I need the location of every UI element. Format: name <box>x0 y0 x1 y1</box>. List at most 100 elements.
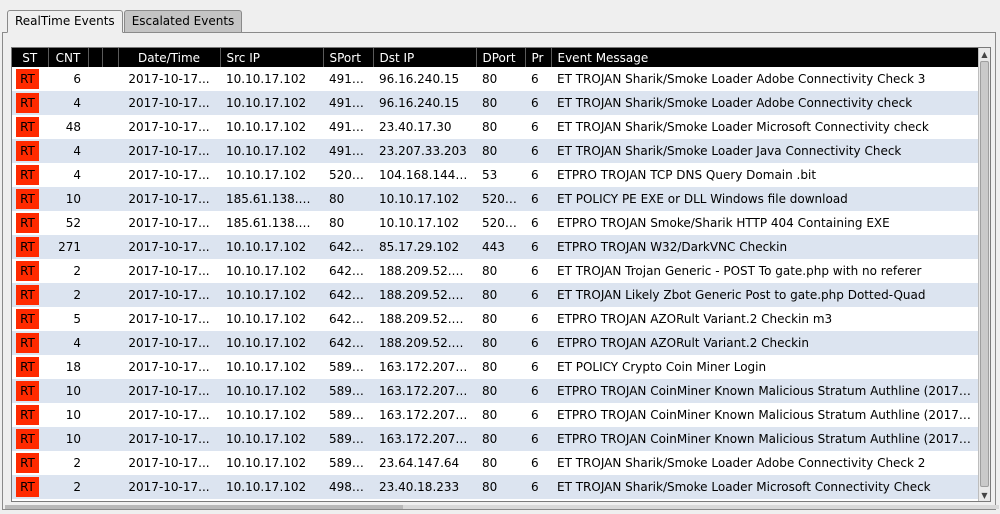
cell-src-ip: 10.10.17.102 <box>220 475 323 499</box>
cell-st: RT <box>12 403 48 427</box>
cell-dst-ip: 104.168.144.17 <box>373 163 476 187</box>
status-badge: RT <box>16 357 39 377</box>
status-badge: RT <box>16 381 39 401</box>
cell-dst-ip: 188.209.52.233 <box>373 259 476 283</box>
status-badge: RT <box>16 477 39 497</box>
cell-cnt: 2 <box>48 451 88 475</box>
column-header-st[interactable]: ST <box>12 48 49 67</box>
table-row[interactable]: RT 52 2017-10-17... 185.61.138.114 80 10.10.1… <box>12 211 979 235</box>
cell-st: RT <box>12 235 48 259</box>
cell-datetime: 2017-10-17... <box>118 331 220 355</box>
cell-flag-b <box>102 115 118 139</box>
cell-flag-a <box>88 187 102 211</box>
column-header-dst-ip[interactable]: Dst IP <box>373 48 477 67</box>
cell-datetime: 2017-10-17... <box>118 283 220 307</box>
cell-cnt: 10 <box>48 403 88 427</box>
cell-sport: 64287 <box>323 259 373 283</box>
table-body: RT 6 2017-10-17... 10.10.17.102 49159 96.16.2… <box>12 67 979 499</box>
cell-proto: 6 <box>525 355 551 379</box>
horizontal-scrollbar-thumb[interactable] <box>5 505 403 509</box>
cell-cnt: 10 <box>48 379 88 403</box>
cell-st: RT <box>12 67 48 91</box>
cell-flag-a <box>88 427 102 451</box>
tab-realtime-events[interactable]: RealTime Events <box>7 10 123 33</box>
cell-src-ip: 10.10.17.102 <box>220 259 323 283</box>
column-header-proto[interactable]: Pr <box>525 48 552 67</box>
table-row[interactable]: RT 271 2017-10-17... 10.10.17.102 64284 85.17… <box>12 235 979 259</box>
cell-event-message: ET TROJAN Sharik/Smoke Loader Microsoft … <box>551 475 979 499</box>
column-header-cnt[interactable]: CNT <box>48 48 89 67</box>
cell-cnt: 10 <box>48 187 88 211</box>
cell-src-ip: 10.10.17.102 <box>220 115 323 139</box>
tab-escalated-events[interactable]: Escalated Events <box>123 10 243 33</box>
status-badge: RT <box>16 261 39 281</box>
cell-cnt: 18 <box>48 355 88 379</box>
horizontal-scrollbar[interactable] <box>5 505 999 509</box>
cell-dport: 80 <box>476 427 525 451</box>
cell-event-message: ET TROJAN Sharik/Smoke Loader Adobe Conn… <box>551 67 979 91</box>
cell-cnt: 10 <box>48 427 88 451</box>
table-row[interactable]: RT 2 2017-10-17... 10.10.17.102 58999 23.64.1… <box>12 451 979 475</box>
table-row[interactable]: RT 10 2017-10-17... 185.61.138.114 80 10.10.1… <box>12 187 979 211</box>
cell-flag-a <box>88 403 102 427</box>
column-header-datetime[interactable]: Date/Time <box>118 48 221 67</box>
table-row[interactable]: RT 18 2017-10-17... 10.10.17.102 58995 163.17… <box>12 355 979 379</box>
table-row[interactable]: RT 4 2017-10-17... 10.10.17.102 52069 104.168… <box>12 163 979 187</box>
table-row[interactable]: RT 48 2017-10-17... 10.10.17.102 49163 23.40.… <box>12 115 979 139</box>
cell-flag-a <box>88 67 102 91</box>
column-header-dport[interactable]: DPort <box>476 48 526 67</box>
cell-st: RT <box>12 379 48 403</box>
cell-datetime: 2017-10-17... <box>118 307 220 331</box>
cell-proto: 6 <box>525 403 551 427</box>
cell-dst-ip: 23.64.147.64 <box>373 451 476 475</box>
vertical-scrollbar[interactable]: ▲ ▼ <box>978 48 990 501</box>
table-row[interactable]: RT 10 2017-10-17... 10.10.17.102 58995 163.17… <box>12 403 979 427</box>
column-header-sport[interactable]: SPort <box>323 48 374 67</box>
table-row[interactable]: RT 10 2017-10-17... 10.10.17.102 58995 163.17… <box>12 427 979 451</box>
table-row[interactable]: RT 5 2017-10-17... 10.10.17.102 64287 188.209… <box>12 307 979 331</box>
cell-st: RT <box>12 115 48 139</box>
cell-st: RT <box>12 451 48 475</box>
cell-datetime: 2017-10-17... <box>118 451 220 475</box>
table-row[interactable]: RT 6 2017-10-17... 10.10.17.102 49159 96.16.2… <box>12 67 979 91</box>
cell-event-message: ETPRO TROJAN TCP DNS Query Domain .bit <box>551 163 979 187</box>
cell-dport: 80 <box>476 139 525 163</box>
table-row[interactable]: RT 4 2017-10-17... 10.10.17.102 64288 188.209… <box>12 331 979 355</box>
column-header-flag-b[interactable] <box>102 48 119 67</box>
cell-dst-ip: 163.172.207.69 <box>373 427 476 451</box>
table-row[interactable]: RT 2 2017-10-17... 10.10.17.102 49881 23.40.1… <box>12 475 979 499</box>
cell-event-message: ETPRO TROJAN Smoke/Sharik HTTP 404 Conta… <box>551 211 979 235</box>
cell-proto: 6 <box>525 331 551 355</box>
table-row[interactable]: RT 4 2017-10-17... 10.10.17.102 49160 96.16.2… <box>12 91 979 115</box>
status-badge: RT <box>16 285 39 305</box>
column-header-flag-a[interactable] <box>88 48 103 67</box>
scroll-up-arrow-icon[interactable]: ▲ <box>979 48 990 60</box>
cell-event-message: ET TROJAN Sharik/Smoke Loader Java Conne… <box>551 139 979 163</box>
cell-dst-ip: 96.16.240.15 <box>373 67 476 91</box>
scroll-down-arrow-icon[interactable]: ▼ <box>979 489 990 501</box>
cell-sport: 64287 <box>323 283 373 307</box>
cell-flag-b <box>102 67 118 91</box>
cell-src-ip: 10.10.17.102 <box>220 307 323 331</box>
cell-proto: 6 <box>525 187 551 211</box>
cell-cnt: 52 <box>48 211 88 235</box>
table-row[interactable]: RT 2 2017-10-17... 10.10.17.102 64287 188.209… <box>12 283 979 307</box>
cell-datetime: 2017-10-17... <box>118 427 220 451</box>
cell-proto: 6 <box>525 163 551 187</box>
scrollbar-thumb[interactable] <box>980 61 989 487</box>
column-header-src-ip[interactable]: Src IP <box>220 48 324 67</box>
table-row[interactable]: RT 4 2017-10-17... 10.10.17.102 49164 23.207.… <box>12 139 979 163</box>
cell-flag-a <box>88 115 102 139</box>
cell-event-message: ET TROJAN Trojan Generic - POST To gate.… <box>551 259 979 283</box>
cell-flag-b <box>102 235 118 259</box>
cell-dport: 80 <box>476 67 525 91</box>
cell-st: RT <box>12 139 48 163</box>
cell-dport: 443 <box>476 235 525 259</box>
cell-dst-ip: 163.172.207.69 <box>373 355 476 379</box>
cell-dport: 80 <box>476 283 525 307</box>
cell-proto: 6 <box>525 451 551 475</box>
table-row[interactable]: RT 2 2017-10-17... 10.10.17.102 64287 188.209… <box>12 259 979 283</box>
cell-sport: 58995 <box>323 403 373 427</box>
table-row[interactable]: RT 10 2017-10-17... 10.10.17.102 58995 163.17… <box>12 379 979 403</box>
column-header-event-message[interactable]: Event Message <box>551 48 980 67</box>
